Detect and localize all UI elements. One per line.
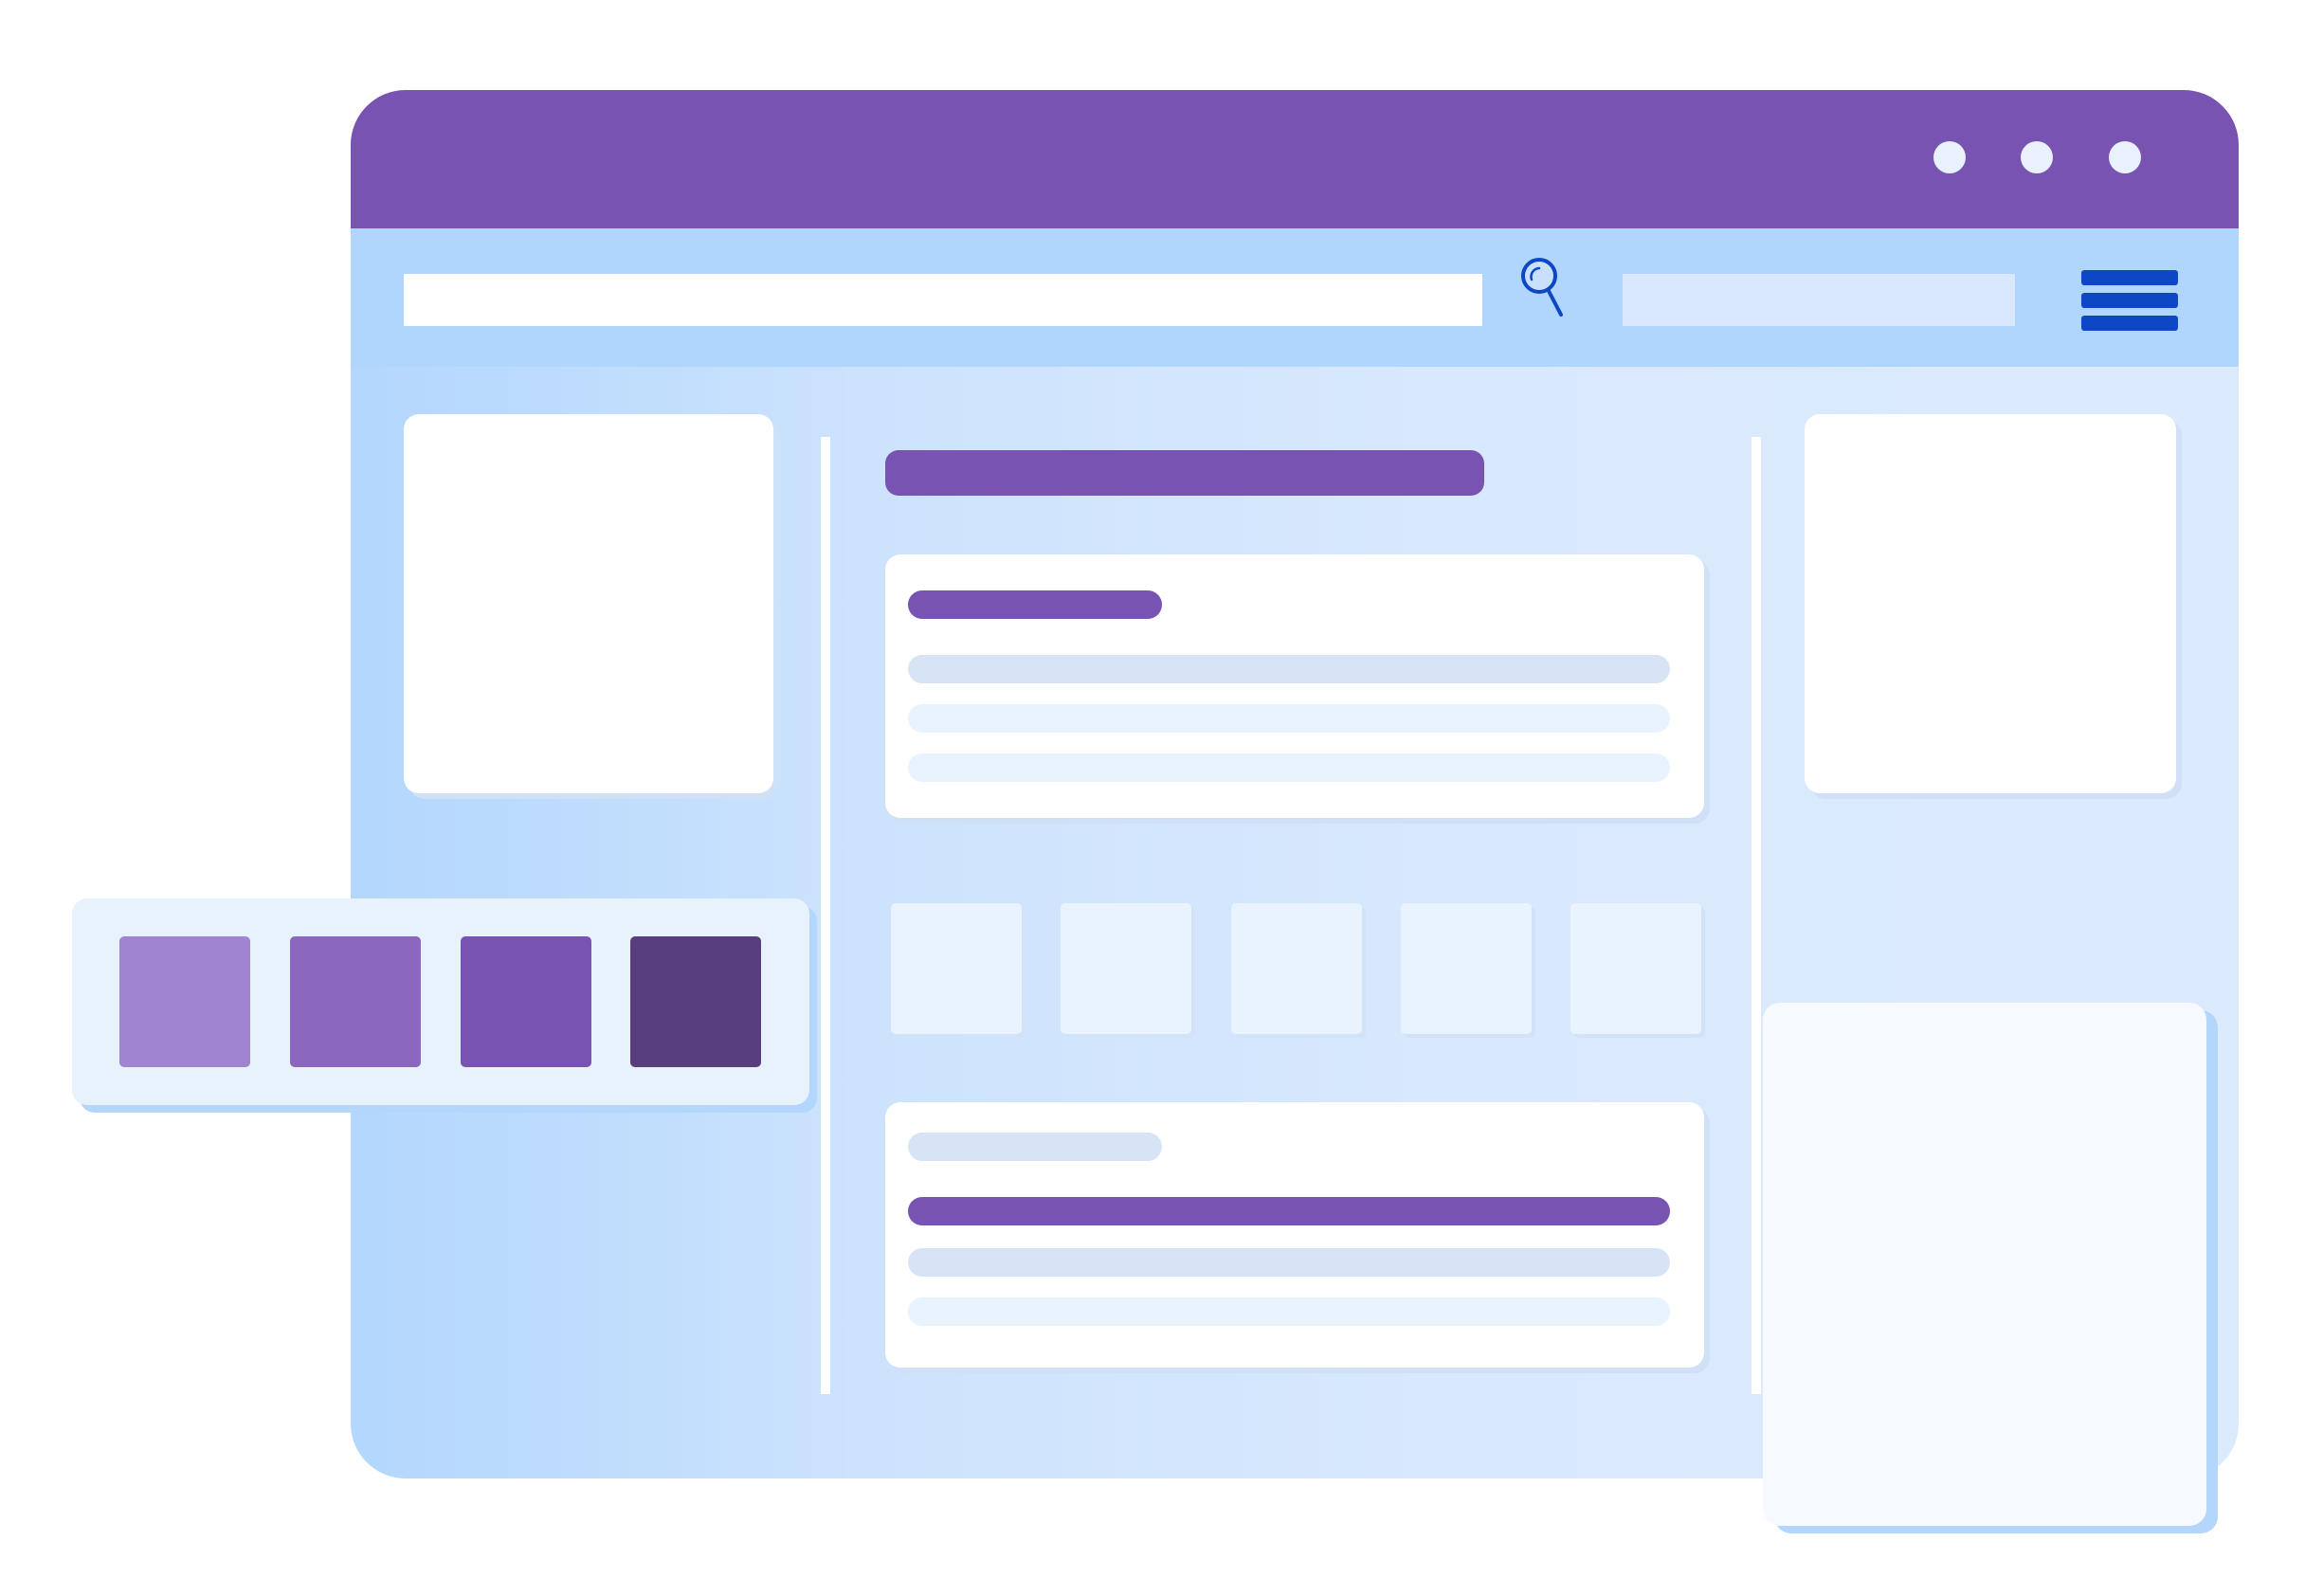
right-sidebar-card — [1805, 414, 2176, 793]
card-heading-placeholder — [908, 590, 1162, 619]
text-line-placeholder — [908, 753, 1670, 782]
color-swatch[interactable] — [461, 936, 591, 1067]
color-swatch[interactable] — [290, 936, 421, 1067]
search-input[interactable] — [404, 274, 1482, 326]
menu-icon-line[interactable] — [2081, 270, 2178, 285]
toolbar — [351, 228, 2239, 367]
window-control-dot[interactable] — [1933, 141, 1966, 173]
thumbnail-tile[interactable] — [1061, 903, 1191, 1034]
color-palette-bar — [72, 898, 809, 1105]
menu-icon-line[interactable] — [2081, 316, 2178, 331]
window-control-dot[interactable] — [2021, 141, 2053, 173]
card-heading-placeholder — [908, 1133, 1162, 1161]
text-line-placeholder — [908, 1297, 1670, 1326]
column-divider — [821, 437, 830, 1394]
window-control-dot[interactable] — [2109, 141, 2141, 173]
color-swatch[interactable] — [119, 936, 250, 1067]
thumbnail-tile[interactable] — [1231, 903, 1362, 1034]
text-line-placeholder — [908, 704, 1670, 733]
color-swatch[interactable] — [630, 936, 761, 1067]
page-title-placeholder — [885, 450, 1484, 496]
content-card — [885, 554, 1704, 818]
address-field[interactable] — [1623, 274, 2015, 326]
text-line-placeholder — [908, 1197, 1670, 1225]
column-divider — [1751, 437, 1761, 1394]
thumbnail-tile[interactable] — [1570, 903, 1701, 1034]
text-line-placeholder — [908, 1248, 1670, 1277]
search-icon[interactable] — [1518, 255, 1575, 329]
content-card — [885, 1102, 1704, 1368]
menu-icon-line[interactable] — [2081, 293, 2178, 308]
floating-panel — [1763, 1003, 2206, 1526]
left-sidebar-card — [404, 414, 773, 793]
thumbnail-tile[interactable] — [1401, 903, 1532, 1034]
title-bar — [351, 90, 2239, 228]
thumbnail-tile[interactable] — [891, 903, 1022, 1034]
text-line-placeholder — [908, 655, 1670, 683]
